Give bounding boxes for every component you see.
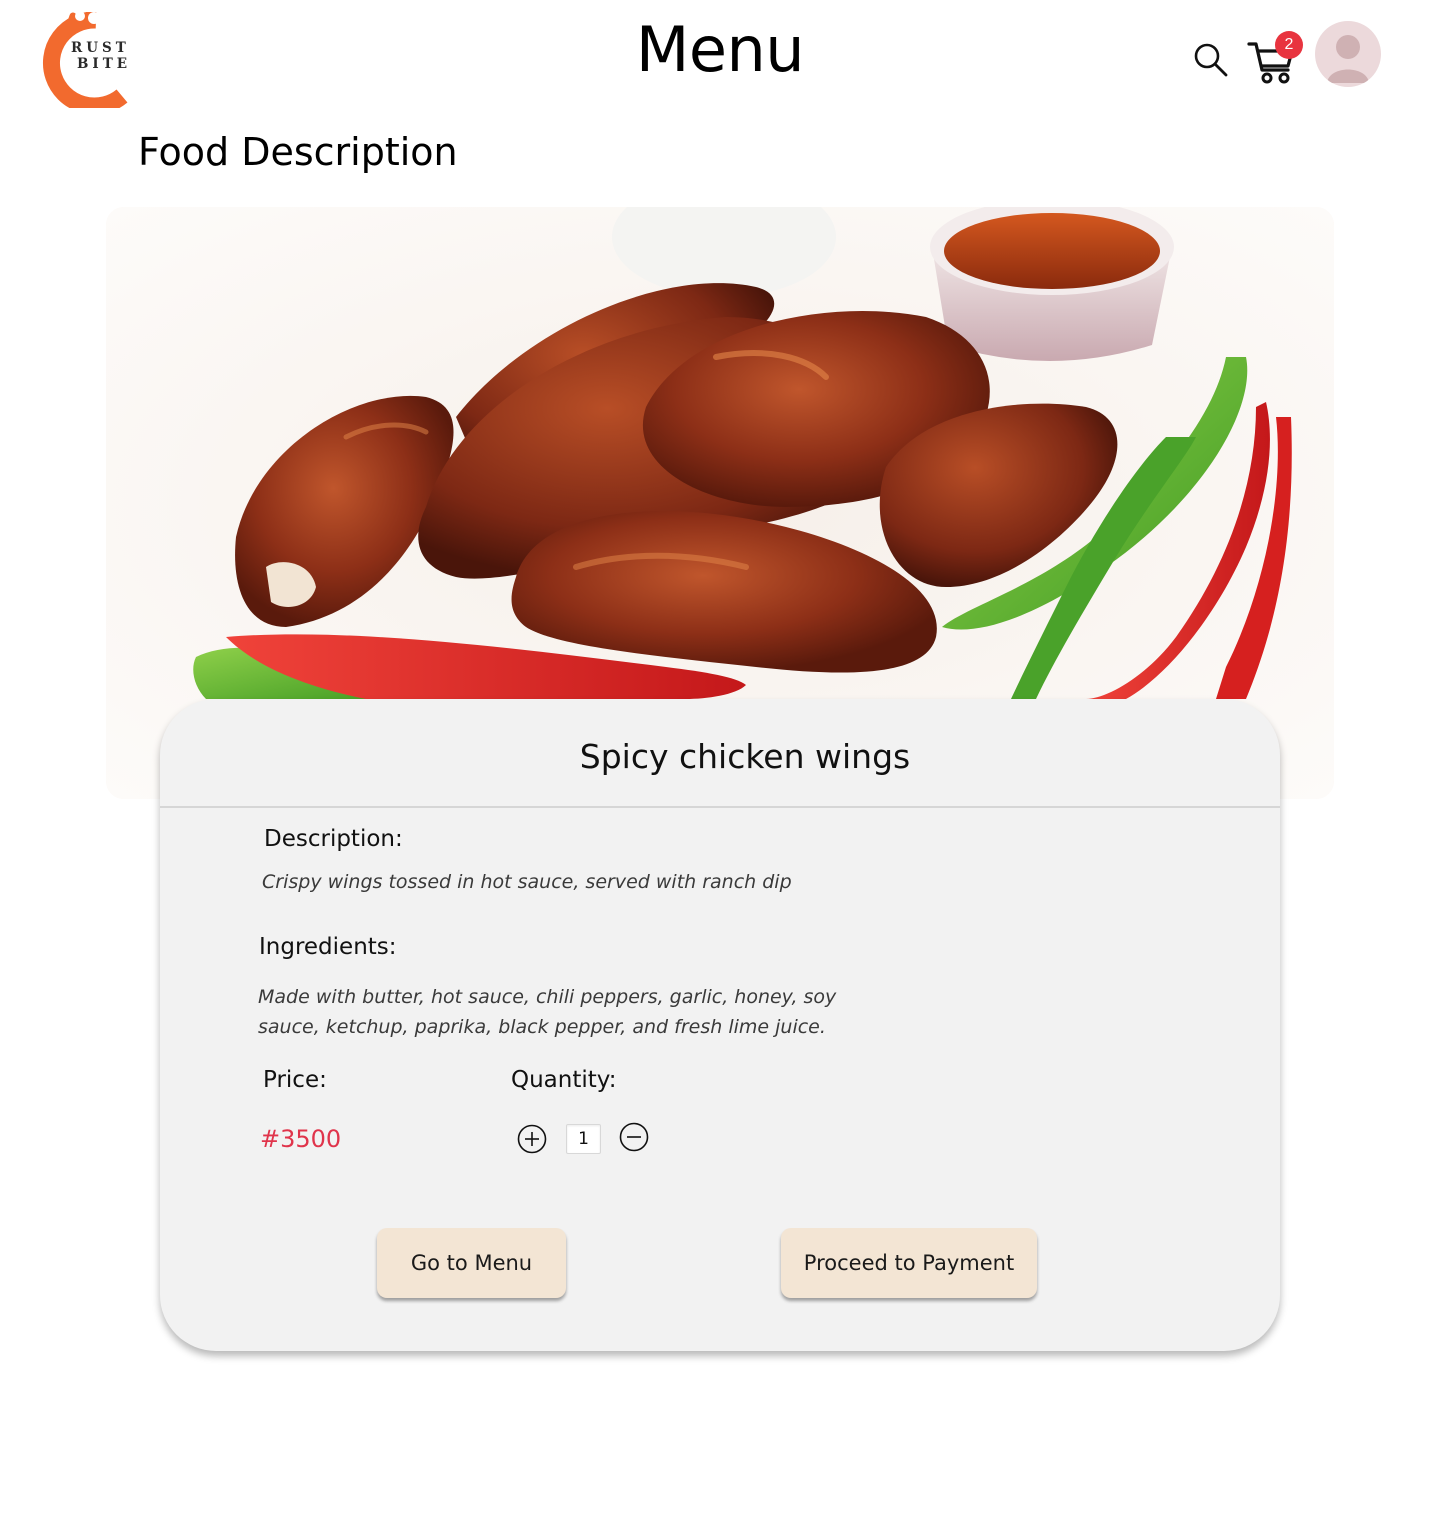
user-avatar-icon[interactable] bbox=[1315, 21, 1381, 87]
section-heading: Food Description bbox=[138, 130, 458, 174]
minus-icon bbox=[619, 1122, 649, 1152]
food-details-card: Spicy chicken wings Description: Crispy … bbox=[160, 699, 1280, 1351]
description-text: Crispy wings tossed in hot sauce, served… bbox=[262, 871, 792, 893]
go-to-menu-button[interactable]: Go to Menu bbox=[377, 1228, 566, 1298]
ingredients-line-2: sauce, ketchup, paprika, black pepper, a… bbox=[258, 1016, 826, 1038]
ingredients-line-1: Made with butter, hot sauce, chili peppe… bbox=[258, 986, 837, 1008]
cart-count-badge: 2 bbox=[1275, 31, 1303, 59]
food-name: Spicy chicken wings bbox=[579, 737, 911, 776]
search-icon[interactable] bbox=[1191, 40, 1229, 78]
card-divider bbox=[160, 806, 1280, 808]
price-label: Price: bbox=[263, 1067, 327, 1093]
proceed-to-payment-button[interactable]: Proceed to Payment bbox=[781, 1228, 1037, 1298]
quantity-value[interactable]: 1 bbox=[566, 1124, 601, 1154]
ingredients-label: Ingredients: bbox=[259, 934, 397, 960]
quantity-increase-button[interactable] bbox=[517, 1124, 547, 1154]
plus-icon bbox=[517, 1124, 547, 1154]
price-value: #3500 bbox=[260, 1125, 342, 1153]
description-label: Description: bbox=[264, 826, 403, 852]
quantity-decrease-button[interactable] bbox=[619, 1122, 649, 1152]
quantity-label: Quantity: bbox=[511, 1067, 617, 1093]
